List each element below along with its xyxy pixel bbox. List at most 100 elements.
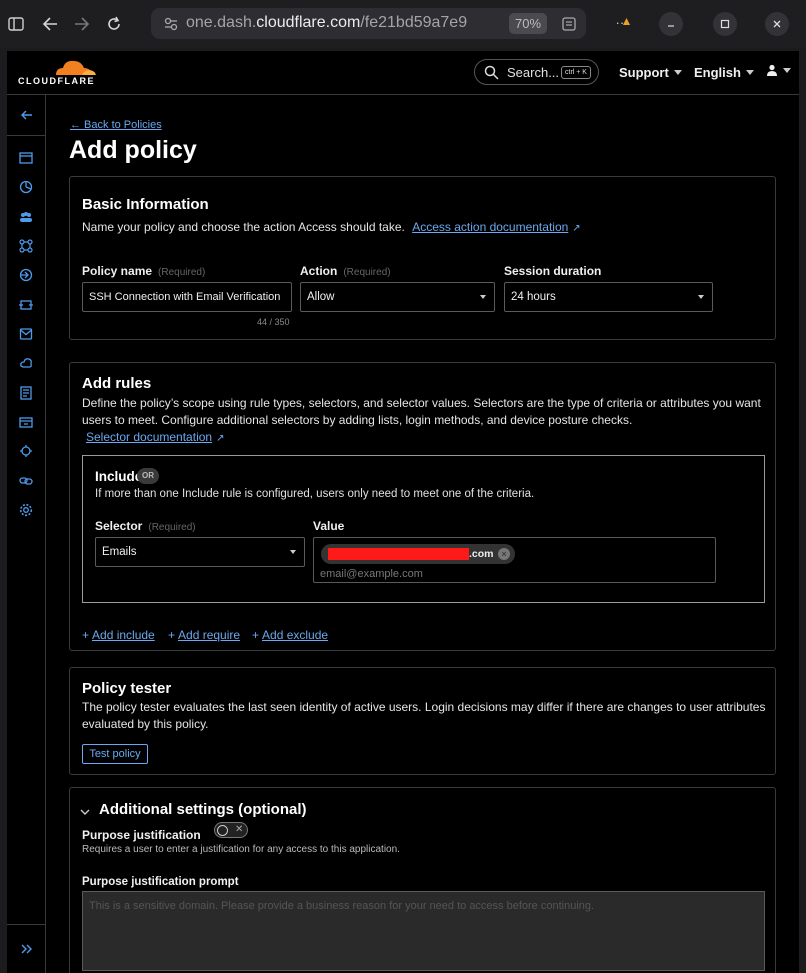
cloud-security-icon[interactable] xyxy=(19,356,33,370)
add-include-link[interactable]: + Add include xyxy=(82,628,155,642)
cloudflare-app: CLOUDFLARE Search... ctrl + K Support En… xyxy=(7,51,799,973)
site-settings-icon[interactable] xyxy=(159,12,183,36)
chevron-down-icon xyxy=(745,70,754,75)
search-button[interactable]: Search... ctrl + K xyxy=(474,59,599,85)
analytics-icon[interactable] xyxy=(19,180,33,194)
overview-icon[interactable] xyxy=(19,151,33,165)
back-arrow-icon[interactable] xyxy=(38,12,62,36)
close-icon: ✕ xyxy=(235,824,244,835)
session-duration-label: Session duration xyxy=(504,264,602,278)
plus-icon: + xyxy=(168,628,176,642)
value-email-input[interactable]: .com × email@example.com xyxy=(313,537,716,583)
basic-information-title: Basic Information xyxy=(82,196,209,213)
alert-icon xyxy=(623,12,630,25)
include-description: If more than one Include rule is configu… xyxy=(95,488,535,500)
purpose-justification-toggle[interactable]: ✕ xyxy=(214,822,248,838)
browser-toolbar: one.dash.cloudflare.com/fe21bd59a7e9 70%… xyxy=(0,0,806,48)
chevron-down-icon[interactable] xyxy=(80,803,90,821)
include-rule-box: Include OR If more than one Include rule… xyxy=(82,455,765,603)
email-chip: .com × xyxy=(321,544,515,564)
logs-icon[interactable] xyxy=(19,386,33,400)
email-security-icon[interactable] xyxy=(19,327,33,341)
additional-settings-title[interactable]: Additional settings (optional) xyxy=(99,801,306,818)
cloudflare-logo[interactable]: CLOUDFLARE xyxy=(18,57,98,87)
value-placeholder: email@example.com xyxy=(320,568,423,580)
email-chip-suffix: .com xyxy=(469,548,494,560)
add-rules-card: Add rules Define the policy’s scope usin… xyxy=(69,362,776,651)
plus-icon: + xyxy=(252,628,260,642)
url-text: one.dash.cloudflare.com/fe21bd59a7e9 xyxy=(186,14,468,31)
top-navigation: CLOUDFLARE Search... ctrl + K Support En… xyxy=(7,51,799,95)
page-title: Add policy xyxy=(69,136,197,164)
action-select[interactable]: Allow xyxy=(300,282,495,312)
selector-documentation-link[interactable]: Selector documentation xyxy=(86,430,212,444)
external-link-icon: ↗ xyxy=(216,433,225,444)
test-policy-button[interactable]: Test policy xyxy=(82,744,148,764)
settings-gear-icon[interactable] xyxy=(19,503,33,517)
additional-settings-card: Additional settings (optional) Purpose j… xyxy=(69,787,776,973)
redacted-email xyxy=(328,548,469,560)
more-menu-icon[interactable]: ··· xyxy=(610,10,634,34)
selector-doc-line: Selector documentation ↗ xyxy=(86,429,224,447)
policy-name-char-count: 44 / 350 xyxy=(257,317,290,327)
forward-arrow-icon[interactable] xyxy=(70,12,94,36)
prompt-placeholder: This is a sensitive domain. Please provi… xyxy=(89,900,595,912)
support-menu[interactable]: Support xyxy=(619,65,682,80)
policy-tester-title: Policy tester xyxy=(82,680,172,697)
zoom-level-badge[interactable]: 70% xyxy=(509,13,547,34)
back-to-policies-link[interactable]: ← Back to Policies xyxy=(70,119,162,131)
access-icon[interactable] xyxy=(19,298,33,312)
policy-tester-card: Policy tester The policy tester evaluate… xyxy=(69,667,776,775)
chevron-down-icon xyxy=(290,550,296,554)
expand-sidebar-icon[interactable] xyxy=(7,924,46,973)
session-duration-select[interactable]: 24 hours xyxy=(504,282,713,312)
logo-text: CLOUDFLARE xyxy=(18,76,95,86)
collapse-arrow-icon[interactable] xyxy=(7,95,46,136)
reader-mode-icon[interactable] xyxy=(557,12,581,36)
reload-icon[interactable] xyxy=(102,12,126,36)
prompt-textarea[interactable]: This is a sensitive domain. Please provi… xyxy=(82,891,765,971)
policy-name-input[interactable]: SSH Connection with Email Verification xyxy=(82,282,292,312)
language-menu[interactable]: English xyxy=(694,65,754,80)
close-window-button[interactable] xyxy=(765,12,789,36)
add-rules-title: Add rules xyxy=(82,375,152,392)
policy-tester-description: The policy tester evaluates the last see… xyxy=(82,700,766,731)
remove-chip-icon[interactable]: × xyxy=(498,548,510,560)
team-users-icon[interactable] xyxy=(19,210,33,224)
add-require-link[interactable]: + Add require xyxy=(168,628,240,642)
add-rules-description: Define the policy’s scope using rule typ… xyxy=(82,396,761,427)
search-icon xyxy=(484,65,499,85)
or-badge: OR xyxy=(137,468,159,484)
action-label: Action (Required) xyxy=(300,264,391,278)
search-label: Search... xyxy=(507,65,560,80)
policy-name-label: Policy name (Required) xyxy=(82,264,206,278)
integrations-icon[interactable] xyxy=(19,444,33,458)
minimize-button[interactable] xyxy=(659,12,683,36)
networks-icon[interactable] xyxy=(19,239,33,253)
reusable-components-icon[interactable] xyxy=(19,415,33,429)
link-icon[interactable] xyxy=(19,474,33,488)
basic-information-description: Name your policy and choose the action A… xyxy=(82,220,581,234)
main-content: ← Back to Policies Add policy Basic Info… xyxy=(47,96,799,973)
chevron-down-icon xyxy=(783,68,791,73)
purpose-justification-description: Requires a user to enter a justification… xyxy=(82,844,400,855)
sidebar xyxy=(7,95,46,973)
include-title: Include xyxy=(95,469,143,484)
selector-select[interactable]: Emails xyxy=(95,537,305,567)
prompt-label: Purpose justification prompt xyxy=(82,876,239,888)
sidebar-toggle-icon[interactable] xyxy=(4,12,28,36)
address-bar[interactable]: one.dash.cloudflare.com/fe21bd59a7e9 70% xyxy=(151,8,586,39)
add-exclude-link[interactable]: + Add exclude xyxy=(252,628,328,642)
account-menu[interactable] xyxy=(766,63,791,78)
cloud-icon xyxy=(56,60,96,75)
basic-information-card: Basic Information Name your policy and c… xyxy=(69,176,776,340)
external-link-icon: ↗ xyxy=(572,223,581,234)
plus-icon: + xyxy=(82,628,90,642)
gateway-icon[interactable] xyxy=(19,268,33,282)
chevron-down-icon xyxy=(673,70,682,75)
user-icon xyxy=(767,64,777,76)
access-action-doc-link[interactable]: Access action documentation xyxy=(412,220,568,234)
chevron-down-icon xyxy=(480,295,486,299)
purpose-justification-label: Purpose justification xyxy=(82,828,201,842)
maximize-button[interactable] xyxy=(713,12,737,36)
